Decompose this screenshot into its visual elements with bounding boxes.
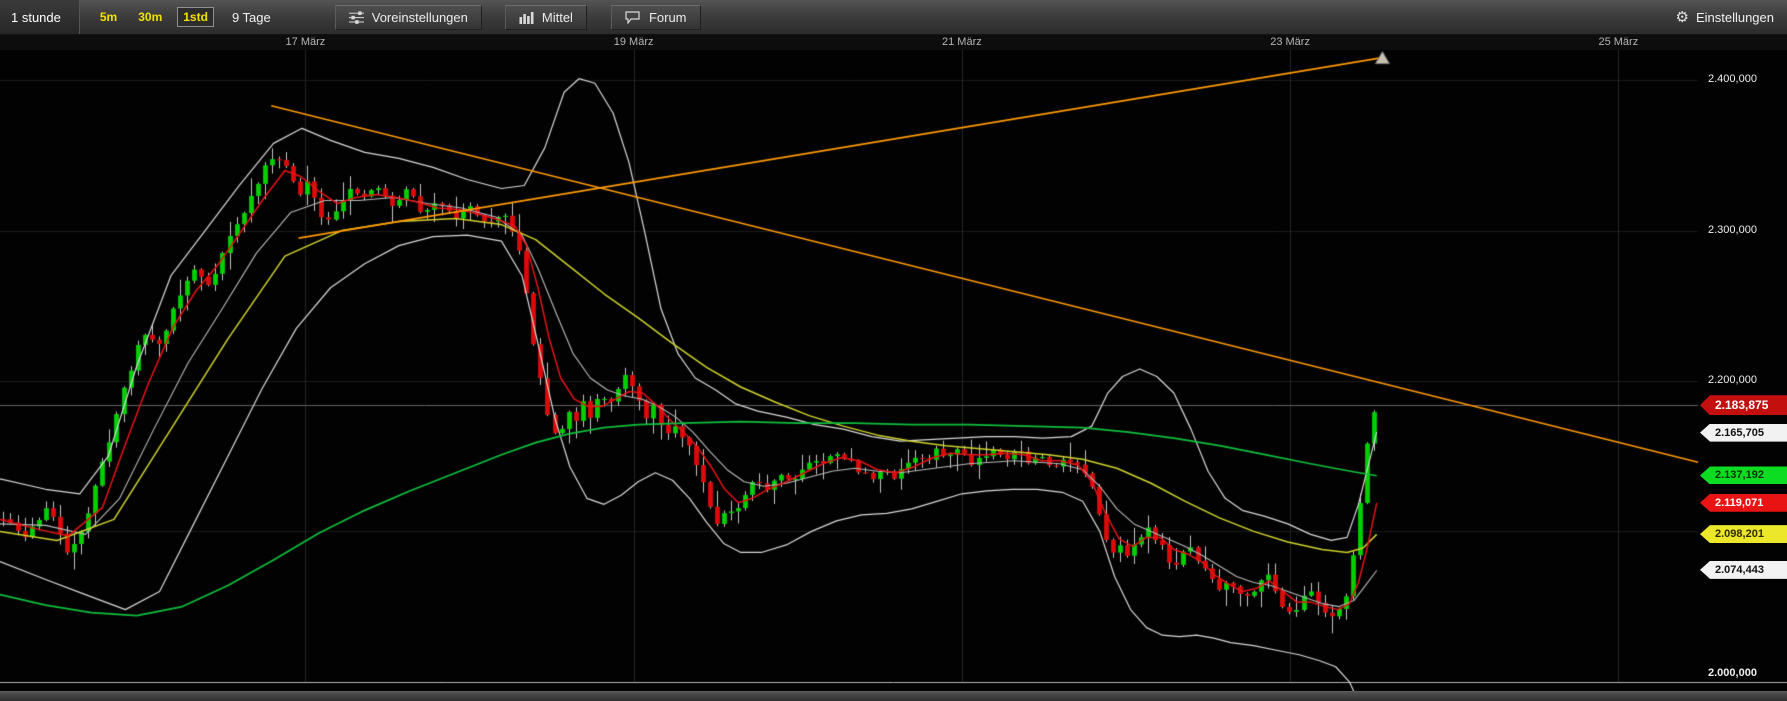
bottom-axis-strip[interactable] <box>0 691 1787 701</box>
range-button[interactable]: 9 Tage <box>226 7 277 28</box>
timeframe-selector[interactable]: 1 stunde <box>0 0 80 34</box>
ma-yellow-badge: 2.098,201 <box>1700 525 1787 543</box>
date-label: 21 März <box>942 36 982 48</box>
price-axis[interactable]: 2.400,000 2.300,000 2.200,000 2.000,000 2.18… <box>1698 0 1787 701</box>
sliders-icon <box>349 11 364 24</box>
date-label: 23 März <box>1270 36 1310 48</box>
price-tick-label: 2.400,000 <box>1708 73 1757 85</box>
timeframe-30m-button[interactable]: 30m <box>132 7 168 27</box>
speech-bubble-icon <box>625 11 641 24</box>
price-tick-label: 2.300,000 <box>1708 224 1757 236</box>
toolbar: 1 stunde 5m 30m 1std 9 Tage Voreinstellu… <box>0 0 1787 35</box>
last-price-badge: 2.183,875 <box>1700 395 1787 415</box>
date-label: 25 März <box>1598 36 1638 48</box>
price-tick-label: 2.000,000 <box>1708 667 1757 679</box>
quick-timeframe-group: 5m 30m 1std <box>94 7 214 27</box>
presets-button[interactable]: Voreinstellungen <box>335 5 482 30</box>
ma-red-badge: 2.119,071 <box>1700 494 1787 512</box>
trading-chart-app: 1 stunde 5m 30m 1std 9 Tage Voreinstellu… <box>0 0 1787 701</box>
ma-green-badge: 2.137,192 <box>1700 466 1787 484</box>
price-chart-canvas[interactable] <box>0 50 1787 691</box>
bollinger-middle-badge: 2.074,443 <box>1700 561 1787 579</box>
timeframe-5m-button[interactable]: 5m <box>94 7 123 27</box>
date-label: 19 März <box>614 36 654 48</box>
gear-icon: ⚙ <box>1675 10 1688 25</box>
date-label: 17 März <box>286 36 326 48</box>
timeframe-label: 1 stunde <box>11 10 61 25</box>
bollinger-upper-badge: 2.165,705 <box>1700 424 1787 442</box>
forum-button[interactable]: Forum <box>611 5 701 30</box>
indicators-button[interactable]: Mittel <box>505 5 587 30</box>
timeframe-1std-button[interactable]: 1std <box>177 7 214 27</box>
forum-label: Forum <box>649 10 687 25</box>
bar-chart-icon <box>519 11 534 24</box>
price-tick-label: 2.200,000 <box>1708 374 1757 386</box>
indicators-label: Mittel <box>542 10 573 25</box>
time-axis[interactable]: 17 März 19 März 21 März 23 März 25 März <box>0 35 1787 50</box>
presets-label: Voreinstellungen <box>372 10 468 25</box>
